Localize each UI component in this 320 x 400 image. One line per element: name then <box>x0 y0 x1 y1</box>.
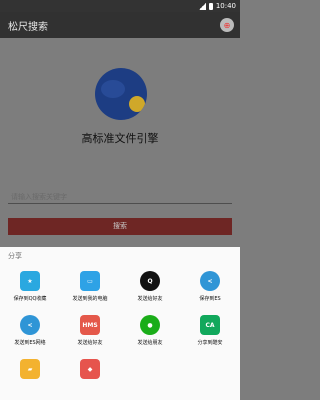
coolapk-icon: CA <box>200 315 220 335</box>
app-title: 高标准文件引擎 <box>81 132 159 145</box>
moon-shape <box>129 96 145 112</box>
status-bar: 10:40 <box>0 0 240 12</box>
status-time: 10:40 <box>215 2 236 10</box>
share-sheet: 分享 ★ 保存到QQ收藏 ▭ 发送到我的电脑 Q 发送给好友 < 保存到ES < 发送到ES网络 H… <box>0 247 240 400</box>
app-bar: 松尺搜索 ⊕ <box>0 12 240 38</box>
share-item[interactable]: ★ 保存到QQ收藏 <box>0 271 60 302</box>
search-button[interactable]: 搜索 <box>8 218 232 235</box>
battery-icon <box>208 2 213 10</box>
share-item[interactable]: HMS 发送给好友 <box>60 315 120 346</box>
share-item-label: 保存到QQ收藏 <box>13 296 47 302</box>
share-button[interactable]: ⊕ <box>220 18 234 32</box>
cloud-shape <box>101 80 125 98</box>
share-item[interactable]: ▭ 发送到我的电脑 <box>60 271 120 302</box>
share-item-label: 分享到酷安 <box>197 340 223 346</box>
qq-star-icon: ★ <box>20 271 40 291</box>
layers-icon: ◆ <box>80 359 100 379</box>
share-icon: ⊕ <box>223 20 231 30</box>
share-item-label: 发送给好友 <box>137 296 163 302</box>
share-item-label: 保存到ES <box>199 296 221 302</box>
hms-icon: HMS <box>80 315 100 335</box>
app-logo <box>95 68 147 120</box>
share-item[interactable]: ● 发送给朋友 <box>120 315 180 346</box>
computer-icon: ▭ <box>80 271 100 291</box>
share-item[interactable]: CA 分享到酷安 <box>180 315 240 346</box>
qq-icon: Q <box>140 271 160 291</box>
share-item[interactable]: < 保存到ES <box>180 271 240 302</box>
share-item-label: 发送到我的电脑 <box>72 296 108 302</box>
es-network-icon: < <box>20 315 40 335</box>
search-input[interactable]: 请输入搜索关键字 <box>8 190 232 204</box>
share-item-label: 发送给朋友 <box>137 340 163 346</box>
share-item[interactable]: < 发送到ES网络 <box>0 315 60 346</box>
main-content: 高标准文件引擎 请输入搜索关键字 搜索 <box>0 38 240 248</box>
signal-icon <box>198 2 206 10</box>
app-title-bar-text: 松尺搜索 <box>8 22 48 33</box>
share-item-label: 发送给好友 <box>77 340 103 346</box>
wechat-icon: ● <box>140 315 160 335</box>
folder-icon: ▰ <box>20 359 40 379</box>
share-item[interactable]: Q 发送给好友 <box>120 271 180 302</box>
share-sheet-title: 分享 <box>8 252 22 260</box>
status-icons: 10:40 <box>198 2 236 10</box>
es-share-icon: < <box>200 271 220 291</box>
share-item[interactable]: ◆ <box>60 359 120 383</box>
share-item[interactable]: ▰ <box>0 359 60 383</box>
share-item-label: 发送到ES网络 <box>14 340 46 346</box>
